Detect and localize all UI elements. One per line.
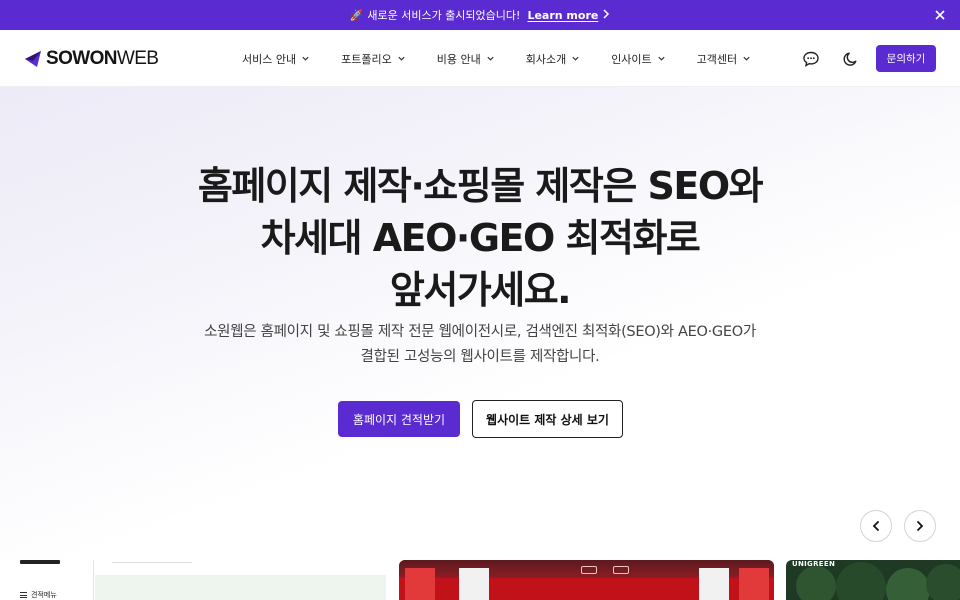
chevron-down-icon: [487, 56, 494, 61]
nav-item-about[interactable]: 회사소개: [526, 51, 580, 67]
view-details-button[interactable]: 웹사이트 제작 상세 보기: [472, 400, 623, 438]
chevron-right-icon: [917, 521, 924, 531]
display-screen: [459, 568, 489, 600]
display-screen: [405, 568, 435, 600]
card-menu-item: 견적메뉴: [20, 590, 57, 600]
logo-text: SOWONWEB: [46, 48, 159, 69]
tree-foliage: [886, 568, 930, 600]
announcement-bar: 🚀 새로운 서비스가 출시되었습니다! Learn more: [0, 0, 960, 30]
get-quote-button[interactable]: 홈페이지 견적받기: [338, 401, 460, 437]
nav-item-support[interactable]: 고객센터: [697, 51, 751, 67]
nav-item-services[interactable]: 서비스 안내: [242, 51, 310, 67]
tree-foliage: [836, 562, 886, 600]
announcement-text: 새로운 서비스가 출시되었습니다!: [367, 9, 521, 22]
chevron-right-icon: [602, 8, 610, 22]
learn-more-link[interactable]: Learn more: [527, 9, 598, 22]
card-sidebar: 견적메뉴: [0, 560, 94, 600]
chevron-left-icon: [872, 521, 879, 531]
chevron-down-icon: [658, 56, 665, 61]
nav-item-portfolio[interactable]: 포트폴리오: [341, 51, 406, 67]
chevron-down-icon: [572, 56, 579, 61]
ceiling-lamp: [613, 566, 629, 574]
chevron-down-icon: [398, 56, 405, 61]
logo[interactable]: SOWONWEB: [24, 48, 159, 70]
chat-bubble-icon[interactable]: [802, 50, 820, 68]
card-logo: [20, 560, 60, 564]
logo-mark-icon: [25, 51, 41, 67]
tree-foliage: [796, 566, 836, 600]
card-brand-label: UNIGREEN: [792, 560, 836, 568]
ceiling-lamp: [581, 566, 597, 574]
nav-item-pricing[interactable]: 비용 안내: [437, 51, 495, 67]
chevron-down-icon: [302, 56, 309, 61]
card-divider: [112, 562, 192, 563]
portfolio-card-forest[interactable]: UNIGREEN: [786, 560, 960, 600]
site-header: SOWONWEB 서비스 안내 포트폴리오 비용 안내 회사소개 인사이트 고객…: [0, 30, 960, 87]
main-nav: 서비스 안내 포트폴리오 비용 안내 회사소개 인사이트 고객센터: [242, 30, 782, 87]
display-screen: [739, 568, 769, 600]
card-content-area: [95, 575, 386, 600]
portfolio-card-showroom[interactable]: [399, 560, 774, 600]
chevron-down-icon: [743, 56, 750, 61]
portfolio-card-dashboard[interactable]: 견적메뉴: [0, 560, 386, 600]
contact-button[interactable]: 문의하기: [876, 45, 936, 72]
tree-foliage: [926, 564, 960, 600]
close-icon[interactable]: [932, 7, 948, 23]
moon-icon[interactable]: [842, 50, 860, 68]
display-screen: [699, 568, 729, 600]
menu-icon: [20, 592, 27, 598]
carousel-next-button[interactable]: [904, 510, 936, 542]
hero-subtitle: 소원웹은 홈페이지 및 쇼핑몰 제작 전문 웹에이전시로, 검색엔진 최적화(S…: [204, 324, 756, 365]
carousel-prev-button[interactable]: [860, 510, 892, 542]
rocket-icon: 🚀: [349, 8, 364, 22]
hero-headline: 홈페이지 제작·쇼핑몰 제작은 SEO와 차세대 AEO·GEO 최적화로 앞서…: [197, 164, 764, 312]
nav-item-insights[interactable]: 인사이트: [611, 51, 665, 67]
